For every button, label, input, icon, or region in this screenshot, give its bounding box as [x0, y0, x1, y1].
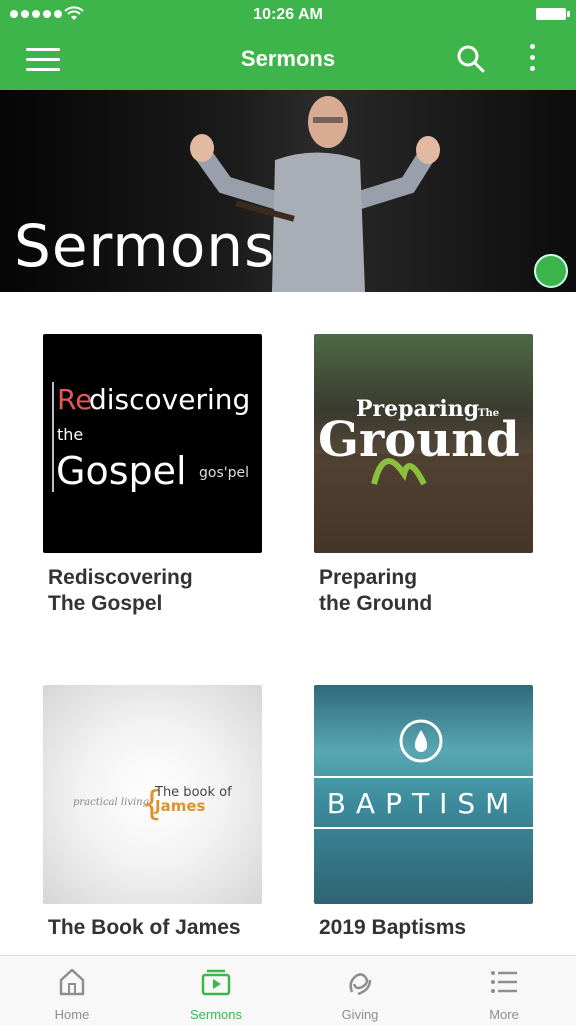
series-card-2019-baptisms[interactable]: BAPTISM — [314, 685, 533, 904]
art-word: BAPTISM — [327, 787, 520, 820]
series-card-rediscovering-the-gospel[interactable]: Re discovering the Gospel gos'pel — [43, 334, 262, 553]
art-big: Ground — [318, 412, 520, 468]
series-card-preparing-the-ground[interactable]: Preparing The Ground — [314, 334, 533, 553]
series-label[interactable]: The Book of James — [48, 915, 241, 941]
art-line1-rest: discovering — [89, 383, 250, 416]
art-line2: the — [57, 425, 83, 444]
art-right-bottom: James — [154, 797, 206, 815]
more-options-button[interactable] — [522, 44, 542, 76]
play-icon — [201, 969, 231, 996]
tab-more[interactable]: More — [432, 956, 576, 1025]
series-label[interactable]: Preparing the Ground — [319, 565, 432, 617]
tab-sermons[interactable]: Sermons — [144, 956, 288, 1025]
status-time: 10:26 AM — [253, 6, 323, 23]
home-icon — [59, 968, 85, 996]
series-label[interactable]: Rediscovering The Gospel — [48, 565, 193, 617]
art-line3: Gospel — [56, 449, 187, 493]
book-of-james-artwork: practical living { The book of James — [73, 784, 232, 824]
series-label[interactable]: 2019 Baptisms — [319, 915, 466, 941]
battery-icon — [536, 8, 570, 20]
tab-label: Sermons — [189, 1007, 243, 1022]
hero-banner: Sermons — [0, 90, 576, 292]
nav-bar: Sermons — [0, 30, 576, 90]
giving-icon — [349, 973, 372, 996]
list-icon — [491, 971, 517, 993]
tab-giving[interactable]: Giving — [288, 956, 432, 1025]
art-left: practical living — [73, 797, 149, 808]
tab-label: Giving — [341, 1007, 379, 1022]
church-logo-icon — [534, 254, 568, 288]
art-line1-accent: Re — [57, 383, 92, 416]
series-card-the-book-of-james[interactable]: practical living { The book of James — [43, 685, 262, 904]
art-note: gos'pel — [199, 465, 249, 481]
status-bar: 10:26 AM — [0, 0, 576, 30]
tab-home[interactable]: Home — [0, 956, 144, 1025]
tab-label: More — [489, 1007, 519, 1022]
page-title: Sermons — [240, 46, 336, 71]
preparing-ground-artwork: Preparing The Ground — [314, 396, 533, 553]
baptism-artwork: BAPTISM — [314, 719, 533, 829]
tab-label: Home — [54, 1007, 90, 1022]
search-icon[interactable] — [456, 44, 486, 74]
hero-title: Sermons — [14, 212, 276, 280]
rediscovering-gospel-artwork: Re discovering the Gospel gos'pel — [52, 382, 250, 493]
tab-bar: Home Sermons Giving More — [0, 955, 576, 1025]
